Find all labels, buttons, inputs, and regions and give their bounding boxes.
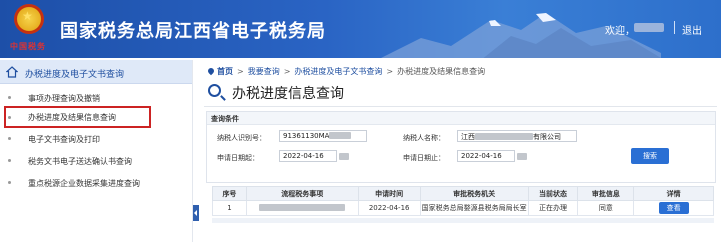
date-end-label: 申请日期止： <box>403 154 445 162</box>
taxpayer-id-value: 91361130MA <box>283 132 330 140</box>
cell-date: 2022-04-16 <box>357 200 421 216</box>
taxpayer-name-suffix: 有限公司 <box>533 133 561 141</box>
query-panel-header: 查询条件 <box>207 112 715 125</box>
taxpayer-name-label: 纳税人名称： <box>403 134 445 142</box>
column-header: 序号 <box>212 186 247 201</box>
taxpayer-id-field[interactable]: 91361130MA <box>279 130 367 142</box>
cell-detail: 查看 <box>633 200 714 216</box>
sidebar-header-label: 办税进度及电子文书查询 <box>25 70 125 80</box>
bullet-icon <box>8 159 11 162</box>
welcome-text: 欢迎， <box>605 26 635 37</box>
redacted-text <box>475 133 533 140</box>
sidebar: 办税进度及电子文书查询 事项办理查询及撤销 办税进度及结果信息查询 电子文书查询… <box>0 60 193 242</box>
sidebar-item-delivery-confirm[interactable]: 税务文书电子送达确认书查询 <box>0 151 193 171</box>
search-icon <box>208 84 221 97</box>
cell-authority: 国家税务总局婺源县税务局局长室 <box>419 200 529 216</box>
breadcrumb-separator: > <box>237 67 244 76</box>
sidebar-item-label: 事项办理查询及撤销 <box>28 94 100 103</box>
query-panel: 查询条件 纳税人识别号： 91361130MA 纳税人名称： 江西 有限公司 申请… <box>206 111 716 183</box>
logout-link[interactable]: 退出 <box>682 22 702 37</box>
sidebar-collapse-toggle[interactable] <box>193 205 199 221</box>
calendar-icon[interactable] <box>339 153 349 160</box>
divider <box>204 106 717 107</box>
redacted-text <box>259 204 346 211</box>
cell-status: 正在办理 <box>527 200 579 216</box>
taxpayer-name-prefix: 江西 <box>461 133 475 141</box>
table-row[interactable]: 1 2022-04-16 国家税务总局婺源县税务局局长室 正在办理 同意 查看 <box>212 200 714 216</box>
breadcrumb-home[interactable]: 首页 <box>217 67 233 76</box>
column-header: 申请时间 <box>357 186 421 201</box>
table-header-row: 序号 流程税务事项 申请时间 审批税务机关 当前状态 审批信息 详情 <box>212 186 714 201</box>
sidebar-item-matter-query[interactable]: 事项办理查询及撤销 <box>0 88 193 108</box>
breadcrumb: 首页 > 我要查询 > 办税进度及电子文书查询 > 办税进度及结果信息查询 <box>206 66 486 77</box>
cell-matter <box>245 200 359 216</box>
tax-logo-text: 中国税务 <box>10 41 46 51</box>
view-detail-button[interactable]: 查看 <box>658 202 689 214</box>
site-title: 国家税务总局江西省电子税务局 <box>60 21 326 42</box>
sidebar-item-doc-print[interactable]: 电子文书查询及打印 <box>0 129 193 149</box>
bullet-icon <box>8 181 11 184</box>
username-redacted <box>634 23 664 32</box>
star-icon: ★ <box>22 9 33 23</box>
breadcrumb-current: 办税进度及结果信息查询 <box>397 67 486 76</box>
sidebar-item-label: 电子文书查询及打印 <box>28 135 100 144</box>
date-start-label: 申请日期起： <box>217 154 259 162</box>
bullet-icon <box>8 96 11 99</box>
breadcrumb-item[interactable]: 办税进度及电子文书查询 <box>294 67 382 76</box>
location-pin-icon <box>206 66 216 76</box>
redacted-text <box>329 132 352 139</box>
sidebar-item-label: 重点税源企业数据采集进度查询 <box>28 179 140 188</box>
bullet-icon <box>8 137 11 140</box>
sidebar-item-key-source[interactable]: 重点税源企业数据采集进度查询 <box>0 173 193 193</box>
breadcrumb-item[interactable]: 我要查询 <box>248 67 280 76</box>
date-start-value: 2022-04-16 <box>283 152 324 160</box>
taxpayer-id-label: 纳税人识别号： <box>217 134 266 142</box>
sidebar-item-label: 办税进度及结果信息查询 <box>28 113 116 122</box>
column-header: 流程税务事项 <box>245 186 359 201</box>
bullet-icon <box>8 116 11 119</box>
header-divider <box>674 21 675 34</box>
sidebar-item-label: 税务文书电子送达确认书查询 <box>28 157 132 166</box>
sidebar-header[interactable]: 办税进度及电子文书查询 <box>0 60 192 84</box>
date-end-value: 2022-04-16 <box>461 152 502 160</box>
home-icon <box>6 66 18 78</box>
main-content: 首页 > 我要查询 > 办税进度及电子文书查询 > 办税进度及结果信息查询 办税进度信息查询… <box>200 60 721 242</box>
cell-approval: 同意 <box>577 200 635 216</box>
result-table-wrap: 序号 流程税务事项 申请时间 审批税务机关 当前状态 审批信息 详情 1 202… <box>212 186 714 216</box>
search-button[interactable]: 搜索 <box>631 148 669 164</box>
column-header: 审批税务机关 <box>419 186 529 201</box>
calendar-icon[interactable] <box>517 153 527 160</box>
result-table: 序号 流程税务事项 申请时间 审批税务机关 当前状态 审批信息 详情 1 202… <box>212 186 714 216</box>
site-header: ★ 中国税务 国家税务总局江西省电子税务局 欢迎， 退出 <box>0 0 721 58</box>
column-header: 审批信息 <box>577 186 635 201</box>
breadcrumb-separator: > <box>283 67 291 76</box>
date-end-field[interactable]: 2022-04-16 <box>457 150 515 162</box>
breadcrumb-separator: > <box>386 67 394 76</box>
table-footer <box>212 218 714 223</box>
column-header: 当前状态 <box>527 186 579 201</box>
cell-index: 1 <box>212 200 247 216</box>
column-header: 详情 <box>633 186 714 201</box>
taxpayer-name-field[interactable]: 江西 有限公司 <box>457 130 577 142</box>
sidebar-item-progress-query[interactable]: 办税进度及结果信息查询 <box>4 106 151 128</box>
date-start-field[interactable]: 2022-04-16 <box>279 150 337 162</box>
page-title: 办税进度信息查询 <box>232 86 344 102</box>
